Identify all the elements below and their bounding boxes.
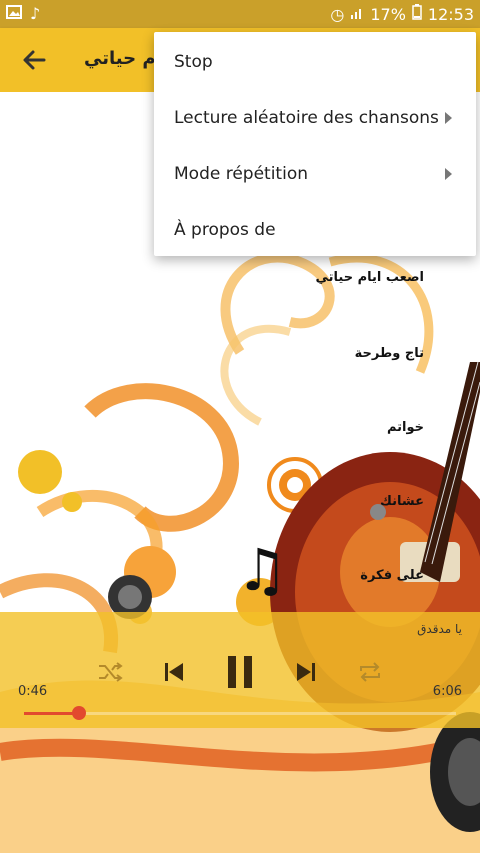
pause-icon — [228, 656, 252, 688]
submenu-arrow-icon — [445, 168, 452, 180]
song-item[interactable]: تاج وطرحة — [355, 346, 424, 361]
menu-item-label: Lecture aléatoire des chansons — [174, 108, 439, 128]
skip-previous-icon — [165, 663, 183, 681]
seek-thumb[interactable] — [71, 706, 86, 720]
alarm-icon: ◷ — [330, 4, 345, 24]
repeat-icon — [360, 662, 380, 682]
submenu-arrow-icon — [445, 112, 452, 124]
song-item[interactable]: عشانك — [380, 494, 424, 509]
overflow-menu: Stop Lecture aléatoire des chansons Mode… — [154, 32, 476, 256]
player-bar: يا مدقدق 0:46 6:06 — [0, 612, 480, 728]
menu-item-label: Mode répétition — [174, 164, 308, 184]
back-button[interactable] — [18, 44, 50, 76]
repeat-button[interactable] — [352, 652, 388, 692]
seek-progress — [24, 712, 79, 715]
elapsed-time: 0:46 — [18, 684, 48, 699]
svg-text:♫: ♫ — [236, 536, 288, 604]
music-note-icon: ♪ — [30, 4, 41, 23]
song-item[interactable]: خواتم — [387, 420, 424, 435]
battery-percent: 17% — [370, 4, 406, 24]
image-notification-icon — [6, 4, 22, 23]
menu-item-stop[interactable]: Stop — [154, 34, 476, 90]
menu-item-label: À propos de — [174, 220, 276, 240]
total-duration: 6:06 — [432, 684, 462, 699]
back-arrow-icon — [23, 50, 46, 70]
status-right: ◷ 17% 12:53 — [330, 4, 474, 24]
battery-icon — [412, 4, 422, 24]
skip-next-icon — [297, 663, 315, 681]
song-item[interactable]: اصعب ايام حياتي — [315, 270, 424, 285]
menu-item-about[interactable]: À propos de — [154, 202, 476, 258]
pause-button[interactable] — [216, 652, 264, 692]
shuffle-icon — [99, 662, 123, 682]
shuffle-button[interactable] — [92, 652, 128, 692]
next-button[interactable] — [286, 652, 326, 692]
status-bar: ♪ ◷ 17% 12:53 — [0, 0, 480, 28]
status-left: ♪ — [6, 4, 40, 23]
previous-button[interactable] — [154, 652, 194, 692]
song-item[interactable]: على فكرة — [360, 568, 424, 583]
clock: 12:53 — [427, 4, 474, 24]
seek-bar[interactable] — [24, 706, 456, 720]
now-playing-title: يا مدقدق — [417, 622, 462, 636]
menu-item-shuffle[interactable]: Lecture aléatoire des chansons — [154, 90, 476, 146]
signal-icon — [350, 5, 364, 24]
menu-item-repeat-mode[interactable]: Mode répétition — [154, 146, 476, 202]
menu-item-label: Stop — [174, 52, 213, 72]
